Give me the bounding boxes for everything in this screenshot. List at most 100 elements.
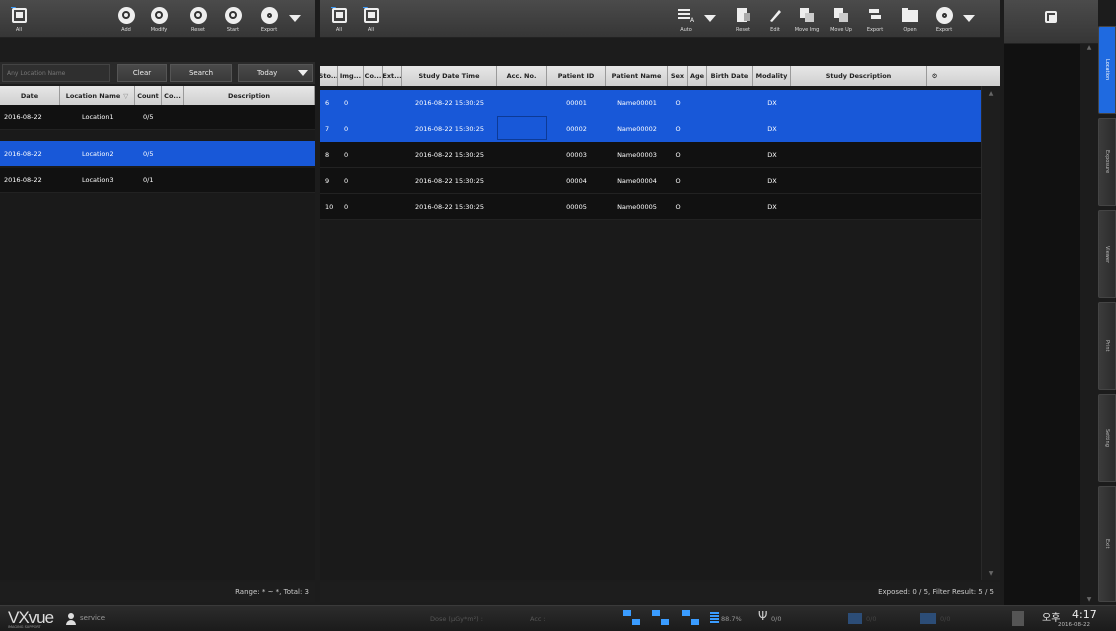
tab-setting[interactable]: Setting	[1098, 394, 1116, 482]
scroll-down-icon[interactable]: ▼	[1080, 596, 1098, 603]
export-stack-icon	[865, 5, 885, 25]
col-ext[interactable]: Ext...	[383, 66, 402, 86]
location-count: 0/5	[143, 149, 154, 158]
tab-location[interactable]: Location	[1098, 26, 1116, 114]
table-row[interactable]: 7 0 2016-08-22 15:30:25 00002 Name00002 …	[320, 116, 981, 142]
username[interactable]: service	[80, 614, 105, 622]
col-acc-no[interactable]: Acc. No.	[497, 66, 547, 86]
col-img[interactable]: Img...	[338, 66, 364, 86]
export-dropdown-button[interactable]	[288, 8, 302, 28]
preview-folder-button[interactable]	[1036, 4, 1066, 38]
location-row[interactable]: 2016-08-22 Location3 0/1	[0, 168, 315, 193]
col-co[interactable]: Co...	[364, 66, 383, 86]
scroll-up-icon[interactable]: ▲	[1080, 44, 1098, 51]
location-table-header: Date Location Name ▽ Count Co... Descript…	[0, 86, 315, 105]
cell-sto: 7	[325, 125, 330, 133]
export-location-button[interactable]: Export	[254, 2, 284, 36]
modify-location-button[interactable]: Modify	[144, 2, 174, 36]
table-row[interactable]: 6 0 2016-08-22 15:30:25 00001 Name00001 …	[320, 90, 981, 116]
location-row[interactable]: 2016-08-22 Location2 0/5	[0, 141, 315, 166]
clock-time: 4:17	[1072, 608, 1097, 621]
location-search-input[interactable]: Any Location Name	[2, 64, 110, 82]
col-patient-id[interactable]: Patient ID	[547, 66, 606, 86]
all-locations-button[interactable]: T All	[4, 2, 34, 36]
add-pin-icon	[116, 5, 136, 25]
table-row[interactable]: 10 0 2016-08-22 15:30:25 00005 Name00005…	[320, 194, 981, 220]
cell-modality: DX	[767, 99, 777, 107]
start-location-button[interactable]: Start	[218, 2, 248, 36]
move-img-button[interactable]: Move Img	[792, 2, 822, 36]
location-name: Location2	[82, 149, 114, 158]
cell-modality: DX	[767, 176, 777, 185]
col-count[interactable]: Count	[135, 86, 162, 105]
scroll-up-icon[interactable]: ▲	[982, 86, 1000, 100]
cell-patient-name: Name00005	[617, 202, 657, 211]
export-disc-button[interactable]: Export	[929, 2, 959, 36]
col-study-date-time[interactable]: Study Date Time	[402, 66, 497, 86]
tab-print[interactable]: Print	[1098, 302, 1116, 390]
col-sto[interactable]: Sto...	[320, 66, 338, 86]
network-2-icon	[652, 610, 670, 628]
location-date: 2016-08-22	[4, 113, 42, 121]
tab-viewer[interactable]: Viewer	[1098, 210, 1116, 298]
cell-patient-id: 00003	[566, 150, 587, 159]
table-row[interactable]: 8 0 2016-08-22 15:30:25 00003 Name00003 …	[320, 142, 981, 168]
col-date[interactable]: Date	[0, 86, 60, 105]
exposure-filter-footer: Exposed: 0 / 5, Filter Result: 5 / 5	[320, 582, 1000, 602]
study-table-scrollbar[interactable]: ▲ ▼	[981, 86, 1000, 580]
col-birth-date[interactable]: Birth Date	[707, 66, 753, 86]
tab-exit[interactable]: Exit	[1098, 486, 1116, 602]
open-button[interactable]: Open	[895, 2, 925, 36]
all-studies-button[interactable]: T All	[324, 2, 354, 36]
col-co[interactable]: Co...	[162, 86, 184, 105]
col-age[interactable]: Age	[688, 66, 707, 86]
main-toolbar: T All T All A Auto Reset Edit Move Img M…	[320, 0, 1000, 38]
reset-pin-icon	[188, 5, 208, 25]
date-filter-value: Today	[257, 69, 278, 77]
col-sex[interactable]: Sex	[668, 66, 688, 86]
add-location-button[interactable]: Add	[111, 2, 141, 36]
disk-icon	[710, 612, 719, 624]
preview-toolbar	[1004, 0, 1098, 44]
edit-button[interactable]: Edit	[760, 2, 790, 36]
col-description[interactable]: Description	[184, 86, 315, 105]
auto-button[interactable]: A Auto	[671, 2, 701, 36]
move-up-button[interactable]: Move Up	[826, 2, 856, 36]
clear-button[interactable]: Clear	[117, 64, 167, 82]
reset-location-button[interactable]: Reset	[183, 2, 213, 36]
location-name: Location3	[82, 176, 114, 184]
tab-exposure[interactable]: Exposure	[1098, 118, 1116, 206]
preview-scrollbar[interactable]: ▲ ▼	[1080, 44, 1098, 605]
col-study-description[interactable]: Study Description	[791, 66, 927, 86]
export-study-button[interactable]: Export	[860, 2, 890, 36]
pencil-icon	[765, 5, 785, 25]
cell-sex: O	[675, 99, 681, 107]
sort-icon: ▽	[123, 91, 129, 100]
column-settings-icon[interactable]: ⚙	[927, 66, 942, 86]
print-count: 0/0	[940, 615, 951, 623]
scroll-down-icon[interactable]: ▼	[982, 566, 1000, 580]
col-modality[interactable]: Modality	[753, 66, 791, 86]
cell-patient-name: Name00001	[617, 99, 657, 107]
cell-sex: O	[675, 176, 681, 185]
cell-img: 0	[344, 202, 349, 211]
svg-text:A: A	[690, 17, 695, 23]
date-filter-select[interactable]: Today	[238, 64, 313, 82]
table-row[interactable]: 9 0 2016-08-22 15:30:25 00004 Name00004 …	[320, 168, 981, 194]
col-patient-name[interactable]: Patient Name	[606, 66, 668, 86]
location-row[interactable]: 2016-08-22 Location1 0/5	[0, 105, 315, 130]
search-button[interactable]: Search	[170, 64, 232, 82]
location-range-footer: Range: * ~ *, Total: 3	[0, 582, 315, 602]
modify-pin-icon	[149, 5, 169, 25]
col-location-name[interactable]: Location Name ▽	[60, 86, 135, 105]
export-dropdown-button[interactable]	[962, 8, 976, 28]
network-3-icon	[682, 610, 700, 628]
auto-dropdown-button[interactable]	[703, 8, 717, 28]
all-studies-alt-button[interactable]: T All	[356, 2, 386, 36]
folder-icon	[1041, 7, 1061, 27]
notification-icon[interactable]	[1012, 611, 1024, 626]
move-image-icon	[797, 5, 817, 25]
acc-no-focus-cell[interactable]	[497, 116, 547, 140]
reset-study-button[interactable]: Reset	[728, 2, 758, 36]
cell-modality: DX	[767, 150, 777, 159]
